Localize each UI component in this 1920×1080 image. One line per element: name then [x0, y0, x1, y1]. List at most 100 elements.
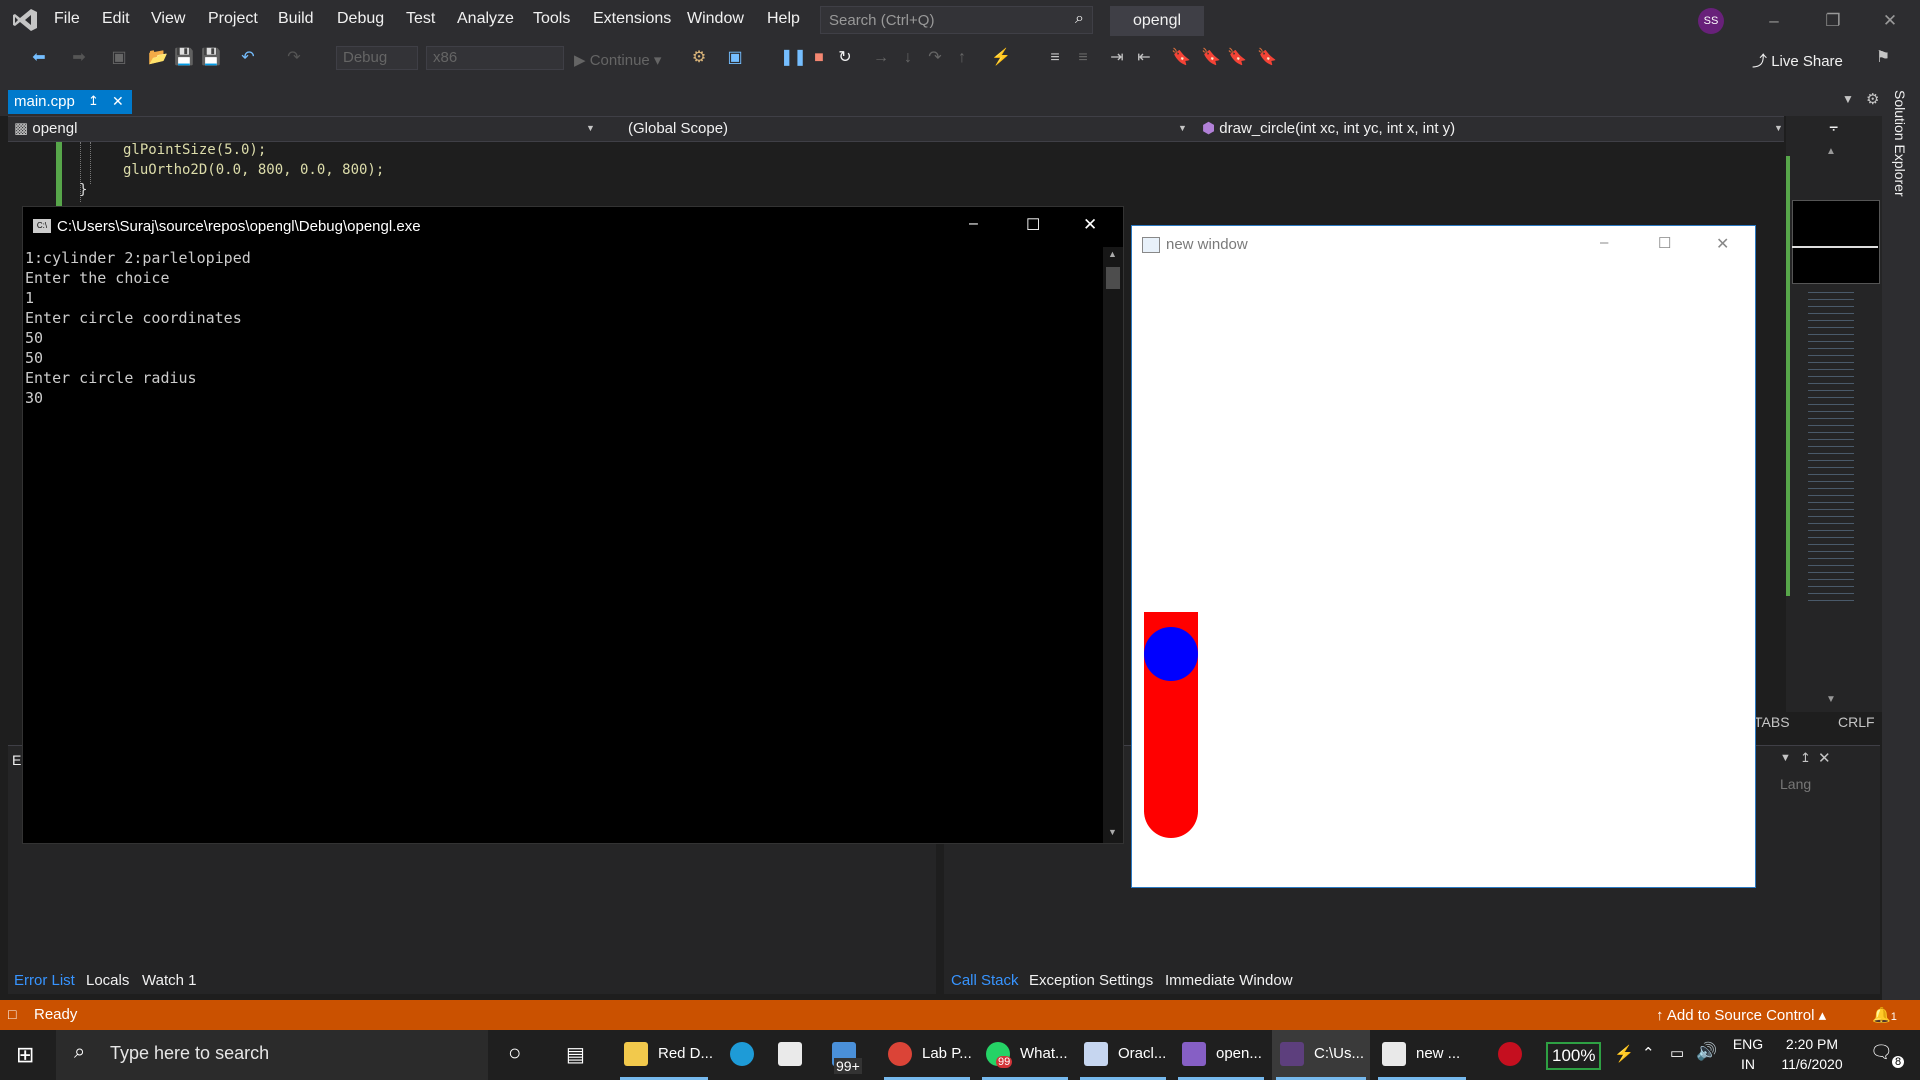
avatar[interactable]: SS [1698, 8, 1724, 34]
minimize-icon[interactable]: – [1754, 6, 1794, 36]
antivirus-tray-icon[interactable] [1498, 1042, 1522, 1066]
open-file-icon[interactable]: 📂 [147, 47, 169, 69]
chevron-up-icon[interactable]: ⌃ [1642, 1044, 1655, 1062]
menu-project[interactable]: Project [208, 10, 258, 28]
minimap-viewport[interactable] [1792, 200, 1880, 284]
tabs-indicator[interactable]: TABS [1754, 714, 1790, 730]
indent-icon[interactable]: ⇥ [1106, 47, 1128, 69]
tab-error-list[interactable]: Error List [14, 972, 75, 989]
undo-icon[interactable]: ↶ [237, 47, 259, 69]
console-title-bar[interactable]: C:\ C:\Users\Suraj\source\repos\opengl\D… [23, 207, 1123, 247]
menu-edit[interactable]: Edit [102, 10, 130, 28]
show-next-statement-icon[interactable]: → [870, 47, 892, 69]
menu-help[interactable]: Help [767, 10, 800, 28]
maximize-icon[interactable]: ☐ [1026, 215, 1040, 235]
step-into-icon[interactable]: ↓ [897, 47, 919, 69]
taskbar-search-input[interactable]: ⌕ Type here to search [56, 1030, 488, 1080]
input-language[interactable]: ENG [1732, 1036, 1764, 1052]
menu-file[interactable]: File [54, 10, 80, 28]
tab-immediate-window[interactable]: Immediate Window [1165, 972, 1293, 989]
taskbar-app-visual-studio[interactable]: open... [1174, 1030, 1268, 1080]
scroll-up-icon[interactable]: ▲ [1826, 146, 1836, 157]
save-all-icon[interactable]: 💾 [200, 47, 222, 69]
taskbar-app-file-explorer[interactable]: Red D... [616, 1030, 713, 1080]
new-project-icon[interactable]: ▣ [108, 47, 130, 69]
tab-close-icon[interactable]: ✕ [112, 93, 124, 110]
scope-combo[interactable]: (Global Scope) [628, 119, 1188, 139]
menu-tools[interactable]: Tools [533, 10, 570, 28]
uncomment-icon[interactable]: ≡ [1072, 47, 1094, 69]
step-over-icon[interactable]: ↷ [924, 47, 946, 69]
console-scrollbar[interactable]: ▲ ▼ [1103, 247, 1123, 843]
pause-icon[interactable]: ❚❚ [780, 47, 807, 69]
hot-reload-icon[interactable]: ⚡ [990, 47, 1012, 69]
redo-icon[interactable]: ↷ [283, 47, 305, 69]
continue-button[interactable]: ▶ Continue ▾ [574, 51, 661, 69]
clock-date[interactable]: 11/6/2020 [1776, 1056, 1848, 1072]
opengl-window[interactable]: new window – ☐ ✕ [1131, 225, 1756, 888]
taskbar-app-mail[interactable]: 99+ [824, 1030, 878, 1080]
pin-icon[interactable]: ↥ [1800, 750, 1811, 766]
add-to-source-control-button[interactable]: ↑ Add to Source Control ▴ [1656, 1006, 1826, 1024]
search-input[interactable]: Search (Ctrl+Q) ⌕ [820, 6, 1093, 34]
minimize-icon[interactable]: – [969, 215, 978, 233]
split-editor-icon[interactable]: ⨪ [1829, 118, 1838, 136]
menu-view[interactable]: View [151, 10, 185, 28]
volume-icon[interactable]: 🔊 [1696, 1042, 1717, 1062]
line-ending-indicator[interactable]: CRLF [1838, 714, 1875, 730]
close-icon[interactable]: ✕ [1716, 234, 1729, 254]
minimap-scrollbar[interactable]: ▲ ▼ [1786, 116, 1882, 712]
scroll-down-icon[interactable]: ▼ [1826, 694, 1836, 705]
taskbar-app-store[interactable] [770, 1030, 812, 1080]
scroll-down-icon[interactable]: ▼ [1108, 827, 1117, 837]
menu-build[interactable]: Build [278, 10, 314, 28]
battery-percentage[interactable]: 100% [1546, 1042, 1602, 1070]
taskbar-app-console[interactable]: C:\Us... [1272, 1030, 1370, 1080]
scroll-up-icon[interactable]: ▲ [1108, 249, 1117, 259]
tab-solution-explorer[interactable]: Solution Explorer [1892, 90, 1908, 197]
tab-call-stack[interactable]: Call Stack [951, 972, 1019, 989]
taskbar-app-new-window[interactable]: new ... [1374, 1030, 1470, 1080]
close-icon[interactable]: ✕ [1870, 6, 1910, 36]
windows-start-icon[interactable]: ⊞ [16, 1042, 34, 1068]
restore-icon[interactable]: ❐ [1813, 6, 1853, 36]
forward-icon[interactable]: ➡ [68, 47, 90, 69]
taskbar-app-whatsapp[interactable]: 99 What... [978, 1030, 1072, 1080]
process-icon[interactable]: ⚙ [688, 47, 710, 69]
action-center-icon[interactable]: 🗨 [1870, 1042, 1893, 1063]
tab-exception-settings[interactable]: Exception Settings [1029, 972, 1153, 989]
comment-icon[interactable]: ≡ [1044, 47, 1066, 69]
prev-bookmark-icon[interactable]: 🔖 [1200, 47, 1222, 69]
cortana-icon[interactable]: ○ [508, 1040, 521, 1066]
save-icon[interactable]: 💾 [173, 47, 195, 69]
taskbar-app-chrome[interactable]: Lab P... [880, 1030, 974, 1080]
close-icon[interactable]: ✕ [1083, 215, 1097, 235]
chevron-down-icon[interactable]: ▼ [1780, 752, 1791, 764]
stop-icon[interactable]: ■ [808, 47, 830, 69]
console-output[interactable]: 1:cylinder 2:parlelopiped Enter the choi… [23, 247, 1103, 843]
console-window[interactable]: C:\ C:\Users\Suraj\source\repos\opengl\D… [22, 206, 1124, 844]
outdent-icon[interactable]: ⇤ [1133, 47, 1155, 69]
gl-window-title-bar[interactable]: new window – ☐ ✕ [1132, 226, 1755, 264]
menu-analyze[interactable]: Analyze [457, 10, 514, 28]
menu-test[interactable]: Test [406, 10, 435, 28]
feedback-icon[interactable]: ⚑ [1872, 47, 1894, 69]
pin-icon[interactable]: ↥ [88, 93, 99, 109]
bookmark-icon[interactable]: 🔖 [1170, 47, 1192, 69]
config-select[interactable]: Debug [336, 46, 418, 70]
minimize-icon[interactable]: – [1600, 234, 1608, 251]
maximize-icon[interactable]: ☐ [1658, 234, 1671, 252]
menu-window[interactable]: Window [687, 10, 744, 28]
clear-bookmarks-icon[interactable]: 🔖 [1256, 47, 1278, 69]
platform-select[interactable]: x86 [426, 46, 564, 70]
notifications-icon[interactable]: 🔔1 [1872, 1006, 1897, 1024]
clock-time[interactable]: 2:20 PM [1776, 1036, 1848, 1052]
tab-locals[interactable]: Locals [86, 972, 129, 989]
project-combo[interactable]: ▩ opengl [14, 119, 604, 139]
task-view-icon[interactable]: ▤ [566, 1042, 585, 1067]
battery-icon[interactable]: ▭ [1670, 1044, 1684, 1062]
live-share-button[interactable]: ⤴ Live Share [1752, 50, 1843, 71]
tab-list-chevron-icon[interactable]: ▼ [1842, 92, 1854, 106]
next-bookmark-icon[interactable]: 🔖 [1226, 47, 1248, 69]
back-icon[interactable]: ⬅ [28, 47, 50, 69]
